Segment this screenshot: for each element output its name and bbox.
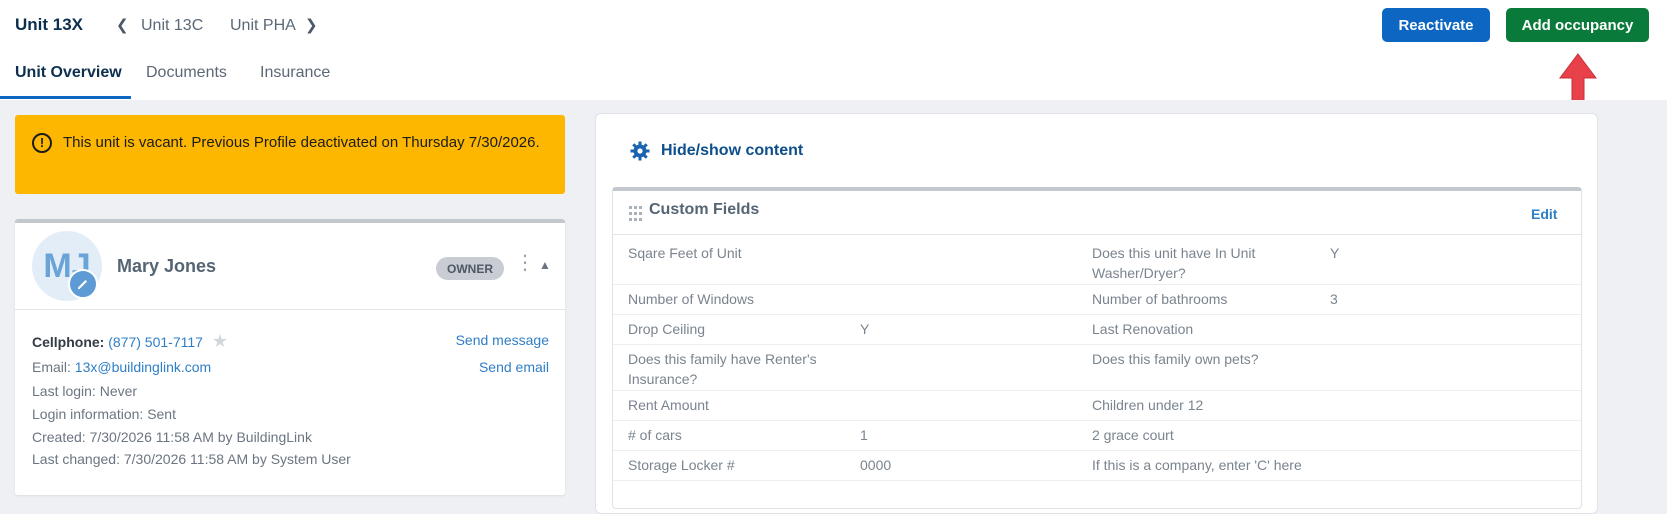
tab-documents[interactable]: Documents xyxy=(146,64,227,82)
field-label: 2 grace court xyxy=(1092,427,1174,443)
field-value: Y xyxy=(1330,245,1340,261)
next-unit-link[interactable]: Unit PHA xyxy=(230,17,296,35)
last-changed-value: 7/30/2026 11:58 AM by System User xyxy=(123,451,351,467)
row-divider xyxy=(613,390,1581,391)
tab-insurance[interactable]: Insurance xyxy=(260,64,330,82)
section-divider xyxy=(613,234,1581,235)
cellphone-label: Cellphone: xyxy=(32,334,105,350)
kebab-icon[interactable]: ⋮ xyxy=(515,253,535,273)
field-value: 1 xyxy=(860,427,868,443)
row-divider xyxy=(613,284,1581,285)
star-icon[interactable]: ★ xyxy=(212,331,228,351)
custom-fields-edit-link[interactable]: Edit xyxy=(1531,206,1557,222)
created-label: Created: xyxy=(32,429,86,445)
hide-show-label: Hide/show content xyxy=(661,142,804,159)
tab-unit-overview[interactable]: Unit Overview xyxy=(15,64,122,82)
profile-card: MJ Mary Jones OWNER ⋮ ▲ Cellphone: (877)… xyxy=(15,219,565,495)
send-email-link[interactable]: Send email xyxy=(455,359,565,375)
send-message-link[interactable]: Send message xyxy=(455,332,565,348)
created-row: Created: 7/30/2026 11:58 AM by BuildingL… xyxy=(32,429,312,445)
row-divider xyxy=(613,480,1581,481)
card-divider xyxy=(15,309,565,310)
prev-unit-link[interactable]: Unit 13C xyxy=(141,17,203,35)
custom-fields-section: Custom Fields Edit Sqare Feet of Unit Do… xyxy=(612,187,1582,509)
field-label: If this is a company, enter 'C' here xyxy=(1092,457,1302,473)
email-row: Email: 13x@buildinglink.com xyxy=(32,359,211,375)
row-divider xyxy=(613,450,1581,451)
last-login-value: Never xyxy=(99,383,138,399)
top-bar: Unit 13X ❮ Unit 13C Unit PHA ❯ Reactivat… xyxy=(0,0,1667,141)
last-changed-row: Last changed: 7/30/2026 11:58 AM by Syst… xyxy=(32,451,351,467)
active-tab-indicator xyxy=(0,96,131,99)
field-label: Children under 12 xyxy=(1092,397,1204,413)
alert-text: This unit is vacant. Previous Profile de… xyxy=(63,134,540,151)
login-info-row: Login information: Sent xyxy=(32,406,176,422)
email-link[interactable]: 13x@buildinglink.com xyxy=(75,359,211,375)
login-info-label: Login information: xyxy=(32,406,144,422)
field-label: Sqare Feet of Unit xyxy=(628,245,742,261)
chevron-right-icon[interactable]: ❯ xyxy=(305,16,318,34)
row-divider xyxy=(613,344,1581,345)
unit-title: Unit 13X xyxy=(15,15,84,34)
pencil-icon[interactable] xyxy=(68,269,98,299)
field-label: Drop Ceiling xyxy=(628,321,706,337)
gear-icon xyxy=(630,141,650,161)
field-value: 3 xyxy=(1330,291,1338,307)
last-login-row: Last login: Never xyxy=(32,383,137,399)
caret-up-icon[interactable]: ▲ xyxy=(539,258,551,272)
created-value: 7/30/2026 11:58 AM by BuildingLink xyxy=(89,429,312,445)
last-login-label: Last login: xyxy=(32,383,96,399)
grip-icon[interactable] xyxy=(629,206,643,222)
field-label: Number of Windows xyxy=(628,291,755,307)
vacancy-alert: ! This unit is vacant. Previous Profile … xyxy=(15,115,565,194)
main-content: ! This unit is vacant. Previous Profile … xyxy=(0,100,1667,514)
row-divider xyxy=(613,314,1581,315)
field-value: Y xyxy=(860,321,870,337)
field-label: Does this family have Renter's Insurance… xyxy=(628,351,817,387)
alert-circle-icon: ! xyxy=(32,133,52,153)
field-value: 0000 xyxy=(860,457,892,473)
row-divider xyxy=(613,420,1581,421)
field-label: Does this unit have In Unit Washer/Dryer… xyxy=(1092,245,1256,281)
chevron-left-icon[interactable]: ❮ xyxy=(116,16,129,34)
cellphone-row: Cellphone: (877) 501-7117 ★ xyxy=(32,331,228,352)
field-label: # of cars xyxy=(628,427,682,443)
custom-fields-title: Custom Fields xyxy=(649,201,760,218)
field-label: Storage Locker # xyxy=(628,457,735,473)
field-label: Rent Amount xyxy=(628,397,709,413)
last-changed-label: Last changed: xyxy=(32,451,120,467)
field-label: Number of bathrooms xyxy=(1092,291,1228,307)
login-info-value: Sent xyxy=(147,406,176,422)
add-occupancy-button[interactable]: Add occupancy xyxy=(1506,8,1649,42)
reactivate-button[interactable]: Reactivate xyxy=(1382,8,1490,42)
content-panel: Hide/show content Custom Fields Edit Sqa… xyxy=(595,113,1598,514)
field-label: Does this family own pets? xyxy=(1092,351,1259,367)
owner-badge: OWNER xyxy=(436,257,504,280)
email-label: Email: xyxy=(32,359,71,375)
hide-show-content-button[interactable]: Hide/show content xyxy=(630,141,803,161)
cellphone-link[interactable]: (877) 501-7117 xyxy=(108,334,203,350)
profile-name[interactable]: Mary Jones xyxy=(117,256,216,277)
field-label: Last Renovation xyxy=(1092,321,1194,337)
